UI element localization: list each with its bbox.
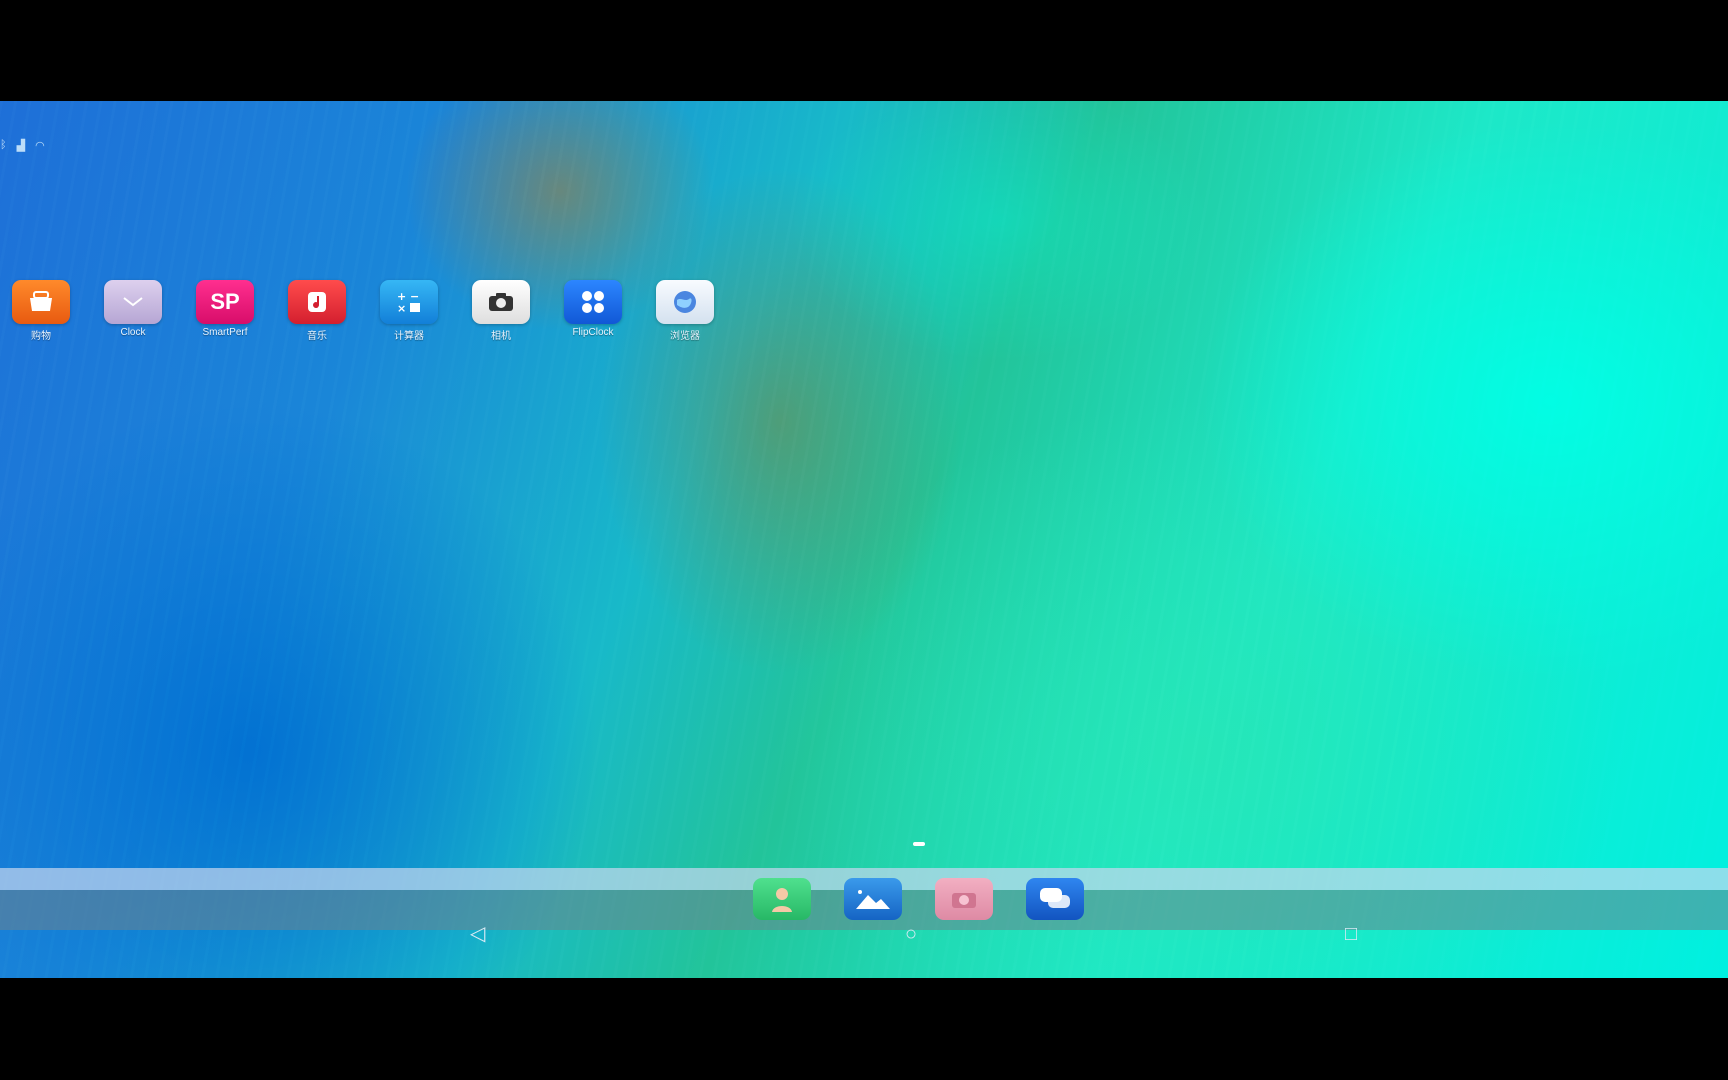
calculator-icon[interactable]: + − × [380, 280, 438, 324]
clock-app[interactable]: Clock [104, 280, 162, 342]
page-indicator [913, 842, 925, 846]
app-label: 浏览器 [670, 331, 700, 342]
app-label: 音乐 [307, 331, 327, 342]
app-label: 相机 [491, 331, 511, 342]
recent-apps-button[interactable]: □ [1345, 924, 1357, 944]
app-label: 购物 [31, 331, 51, 342]
status-bar: ᛒ ▟ ◠ [0, 138, 45, 152]
signal-icon: ▟ [16, 139, 26, 152]
smartperf-icon[interactable]: SP [196, 280, 254, 324]
globe-icon[interactable] [656, 280, 714, 324]
camera-dock-icon[interactable] [935, 878, 993, 920]
music-note-icon[interactable] [288, 280, 346, 324]
wifi-icon: ◠ [35, 139, 45, 152]
app-grid: 购物 Clock SP SmartPerf 音乐 + − × 计算器 相机 Fl… [12, 280, 714, 342]
calculator-app[interactable]: + − × 计算器 [380, 280, 438, 342]
basket-icon[interactable] [12, 280, 70, 324]
browser-app[interactable]: 浏览器 [656, 280, 714, 342]
grid-icon[interactable] [564, 280, 622, 324]
home-screen: ᛒ ▟ ◠ 购物 Clock SP SmartPerf 音乐 + − × 计算器… [0, 101, 1728, 978]
gallery-dock-icon[interactable] [844, 878, 902, 920]
contacts-dock-icon[interactable] [753, 878, 811, 920]
smartperf-app[interactable]: SP SmartPerf [196, 280, 254, 342]
shop-app[interactable]: 购物 [12, 280, 70, 342]
back-button[interactable]: ◁ [470, 924, 485, 944]
bluetooth-icon: ᛒ [0, 139, 7, 151]
camera-app[interactable]: 相机 [472, 280, 530, 342]
svg-text:×: × [397, 302, 406, 315]
dock [753, 878, 1084, 920]
home-button[interactable]: ○ [905, 924, 917, 944]
letterbox-bottom [0, 978, 1728, 1080]
smartperf-icon-text: SP [210, 289, 240, 314]
messages-dock-icon[interactable] [1026, 878, 1084, 920]
wallpaper [0, 101, 1728, 978]
flipclock-app[interactable]: FlipClock [564, 280, 622, 342]
app-label: 计算器 [394, 331, 424, 342]
app-label: SmartPerf [202, 327, 248, 338]
app-label: Clock [120, 327, 146, 338]
camera-icon[interactable] [472, 280, 530, 324]
music-app[interactable]: 音乐 [288, 280, 346, 342]
clock-icon[interactable] [104, 280, 162, 324]
app-label: FlipClock [572, 327, 614, 338]
